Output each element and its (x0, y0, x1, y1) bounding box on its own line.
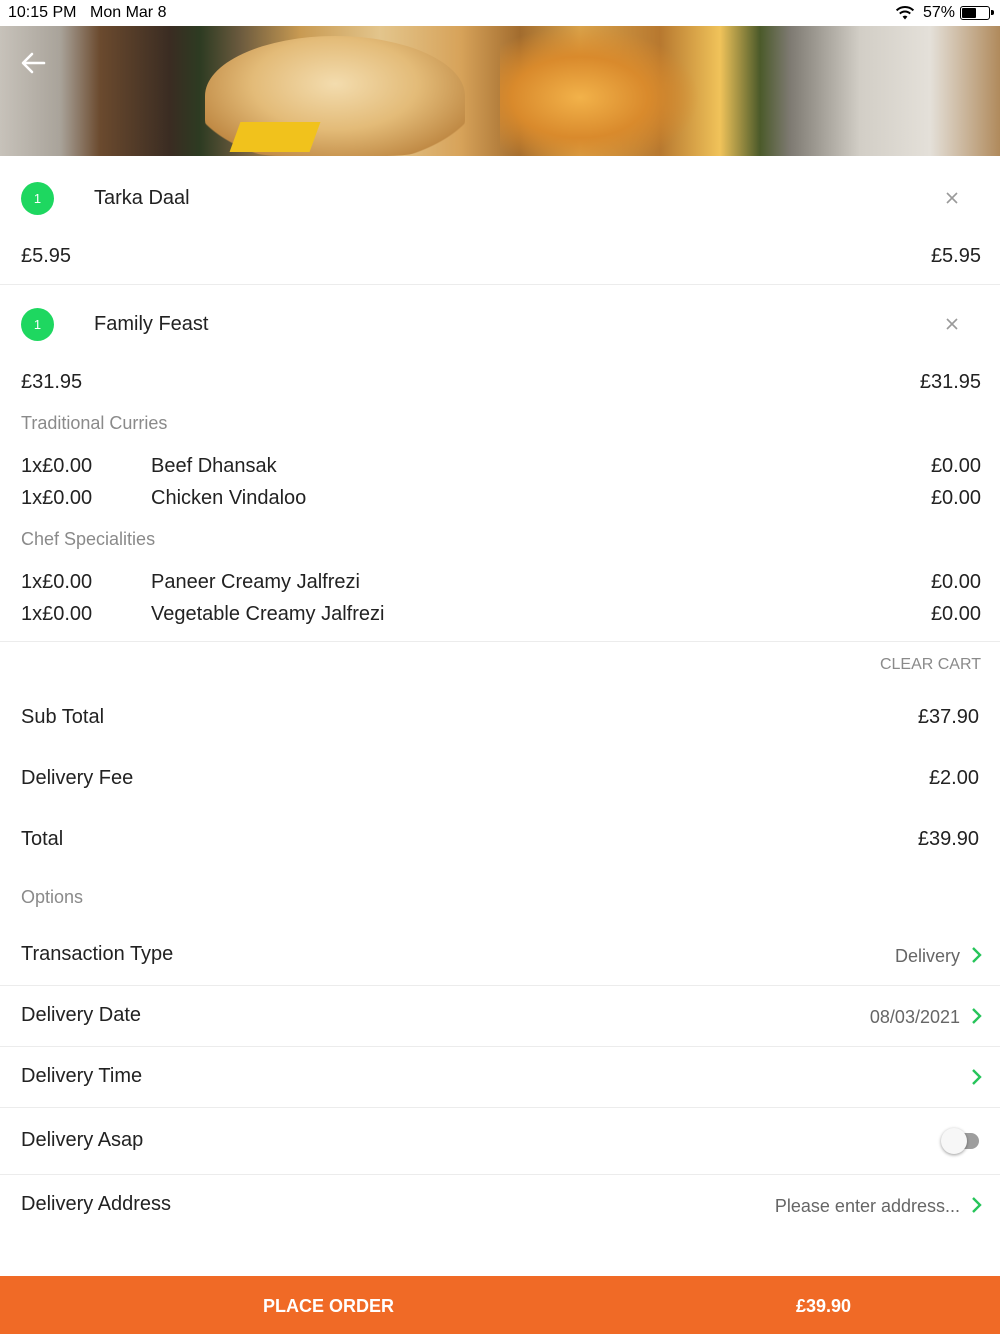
delivery-date-row[interactable]: Delivery Date 08/03/2021 (0, 985, 1000, 1046)
delivery-fee-value: £2.00 (928, 767, 979, 789)
remove-item-icon[interactable] (944, 316, 960, 332)
cart-item-name: Family Feast (94, 313, 209, 335)
transaction-type-row[interactable]: Transaction Type Delivery (0, 924, 1000, 985)
sub-total-value: £37.90 (917, 706, 979, 728)
clear-cart-button[interactable]: CLEAR CART (880, 656, 981, 674)
option-line-price: £0.00 (930, 603, 981, 625)
sub-total-label: Sub Total (21, 706, 105, 728)
delivery-fee-label: Delivery Fee (21, 767, 134, 789)
delivery-address-label: Delivery Address (21, 1193, 172, 1215)
option-line-qty-price: 1x£0.00 (21, 455, 93, 477)
status-bar: 10:15 PM Mon Mar 8 57% (0, 0, 1000, 26)
place-order-button[interactable]: PLACE ORDER £39.90 (0, 1276, 1000, 1334)
place-order-label: PLACE ORDER (263, 1296, 395, 1316)
delivery-time-row[interactable]: Delivery Time (0, 1046, 1000, 1107)
total-value: £39.90 (917, 828, 979, 850)
option-line-qty-price: 1x£0.00 (21, 603, 93, 625)
option-line-price: £0.00 (930, 487, 981, 509)
total-label: Total (21, 828, 64, 850)
quantity-badge: 1 (21, 308, 54, 341)
option-line-name: Vegetable Creamy Jalfrezi (151, 603, 385, 625)
divider (0, 641, 1000, 642)
delivery-asap-label: Delivery Asap (21, 1129, 144, 1151)
status-date: Mon Mar 8 (90, 4, 167, 21)
delivery-date-value: 08/03/2021 (869, 1007, 960, 1027)
option-line-name: Chicken Vindaloo (151, 487, 307, 509)
option-group-title: Traditional Curries (21, 413, 168, 433)
chevron-right-icon (972, 947, 982, 963)
option-line-qty-price: 1x£0.00 (21, 487, 93, 509)
option-line-name: Paneer Creamy Jalfrezi (151, 571, 360, 593)
back-arrow-icon[interactable] (18, 48, 48, 78)
place-order-amount: £39.90 (796, 1296, 852, 1316)
delivery-address-row[interactable]: Delivery Address Please enter address... (0, 1174, 1000, 1235)
option-line-price: £0.00 (930, 571, 981, 593)
delivery-date-label: Delivery Date (21, 1004, 142, 1026)
chevron-right-icon (972, 1069, 982, 1085)
cart-item: 1 Family Feast £31.95 £31.95 Traditional… (0, 284, 1000, 642)
delivery-asap-row: Delivery Asap (0, 1107, 1000, 1174)
restaurant-hero-image (0, 26, 1000, 156)
remove-item-icon[interactable] (944, 190, 960, 206)
option-line-price: £0.00 (930, 455, 981, 477)
option-line-qty-price: 1x£0.00 (21, 571, 93, 593)
transaction-type-value: Delivery (894, 946, 960, 966)
chevron-right-icon (972, 1197, 982, 1213)
transaction-type-label: Transaction Type (21, 943, 174, 965)
battery-icon (960, 6, 994, 20)
cart-item-unit-price: £5.95 (21, 245, 72, 267)
options-section-title: Options (21, 887, 84, 907)
cart-item-total: £31.95 (919, 371, 981, 393)
battery-percent: 57% (923, 4, 956, 21)
delivery-address-value: Please enter address... (774, 1196, 960, 1216)
chevron-right-icon (972, 1008, 982, 1024)
status-time: 10:15 PM (8, 4, 77, 21)
option-group-title: Chef Specialities (21, 529, 156, 549)
cart-item: 1 Tarka Daal £5.95 £5.95 (0, 156, 1000, 284)
option-line-name: Beef Dhansak (151, 455, 277, 477)
cart-item-name: Tarka Daal (94, 187, 190, 209)
cart-item-total: £5.95 (930, 245, 981, 267)
delivery-asap-toggle[interactable] (941, 1128, 979, 1154)
wifi-icon (895, 6, 915, 20)
quantity-badge: 1 (21, 182, 54, 215)
delivery-time-label: Delivery Time (21, 1065, 143, 1087)
cart-item-unit-price: £31.95 (21, 371, 83, 393)
